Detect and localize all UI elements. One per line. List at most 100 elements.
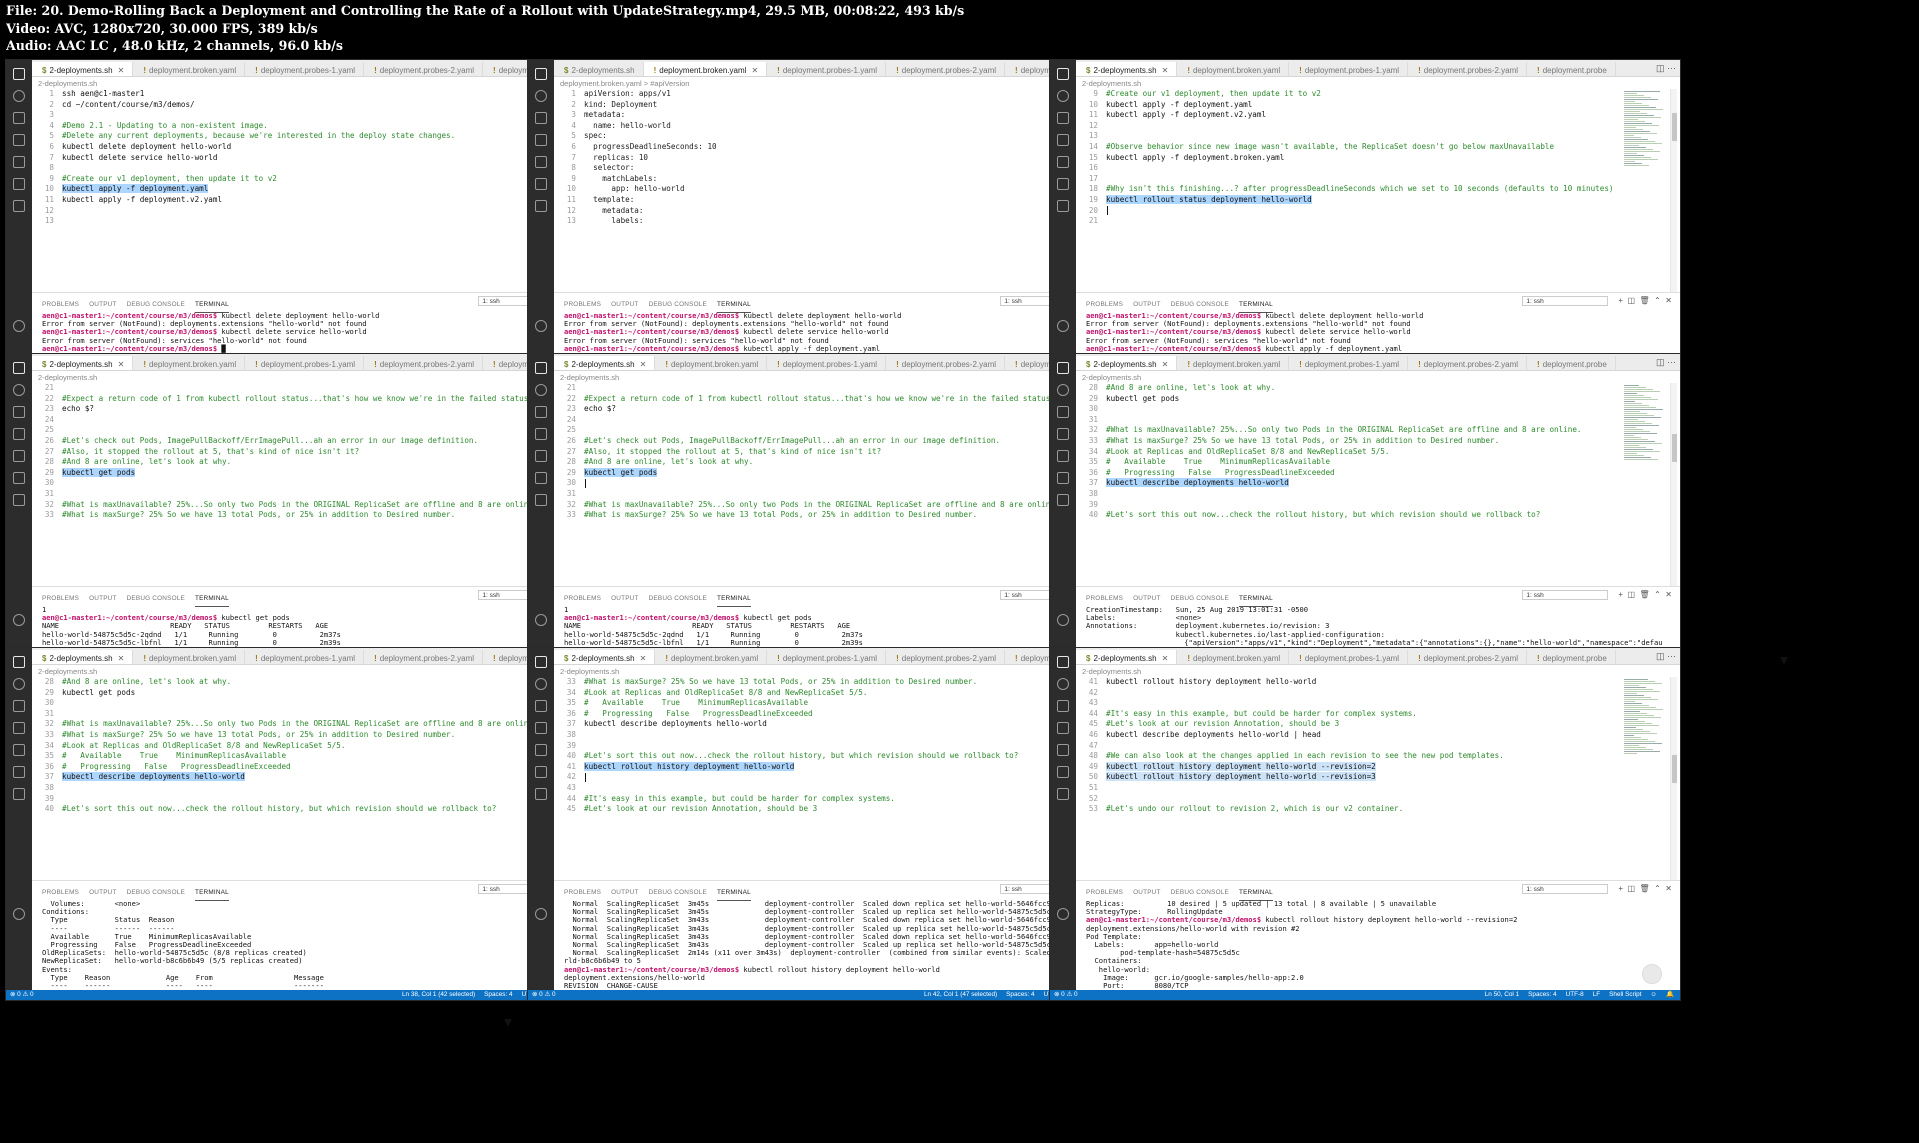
panel-tab-terminal[interactable]: TERMINAL <box>194 297 229 313</box>
panel-tab-problems[interactable]: PROBLEMS <box>1086 591 1123 606</box>
panel-tab-problems[interactable]: PROBLEMS <box>564 297 601 312</box>
remote-icon[interactable] <box>13 766 25 778</box>
close-panel-icon[interactable]: ✕ <box>1665 590 1672 599</box>
extensions-icon[interactable] <box>1057 156 1069 168</box>
panel-tab-problems[interactable]: PROBLEMS <box>1086 297 1123 312</box>
close-icon[interactable]: ✕ <box>118 66 125 75</box>
files-icon[interactable] <box>13 68 25 80</box>
smiley-icon[interactable]: ☺ <box>1651 991 1658 998</box>
editor-tab[interactable]: ! deployment.probes-1.yaml <box>1289 62 1409 76</box>
panel-tab-output[interactable]: OUTPUT <box>611 297 638 312</box>
code-editor[interactable]: 1 ssh aen@c1-master1 2 cd ~/content/course/… <box>32 89 576 292</box>
feedback-icon[interactable] <box>1642 964 1662 984</box>
debug-icon[interactable] <box>1057 134 1069 146</box>
extensions-icon[interactable] <box>535 450 547 462</box>
code-editor[interactable]: 21 22 #Expect a return code of 1 from kube… <box>554 383 1098 586</box>
editor-tab[interactable]: ! deployment.probes-1.yaml <box>1289 356 1409 370</box>
breadcrumb[interactable]: 2-deployments.sh <box>560 373 619 382</box>
close-icon[interactable]: ✕ <box>118 360 125 369</box>
editor-tab[interactable]: $2-deployments.sh ✕ <box>554 356 656 370</box>
files-icon[interactable] <box>1057 656 1069 668</box>
extensions-icon[interactable] <box>13 744 25 756</box>
debug-icon[interactable] <box>535 722 547 734</box>
panel-tab-output[interactable]: OUTPUT <box>89 885 116 900</box>
docker-icon[interactable] <box>535 200 547 212</box>
code-editor[interactable]: 9 #Create our v1 deployment, then update … <box>1076 89 1620 292</box>
add-terminal-icon[interactable]: + <box>1618 884 1623 893</box>
terminal-select[interactable]: 1: ssh <box>1522 295 1609 306</box>
close-icon[interactable]: ✕ <box>1162 654 1169 663</box>
editor-tab[interactable]: $2-deployments.sh ✕ <box>554 650 656 664</box>
editor-tab[interactable]: ! deployment.probes-1.yaml <box>245 356 365 370</box>
split-editor-icon[interactable]: ◫ ··· <box>1652 648 1676 664</box>
problems-count[interactable]: ⊗ 0 ⚠ 0 <box>532 990 556 1000</box>
breadcrumb[interactable]: 2-deployments.sh <box>38 667 97 676</box>
panel-tab-terminal[interactable]: TERMINAL <box>716 885 751 901</box>
docker-icon[interactable] <box>535 788 547 800</box>
extensions-icon[interactable] <box>13 156 25 168</box>
panel-tab-terminal[interactable]: TERMINAL <box>1238 591 1273 607</box>
editor-tab[interactable]: ! deployment.probes-2.yaml <box>886 650 1006 664</box>
panel-tab-output[interactable]: OUTPUT <box>89 297 116 312</box>
minimap[interactable] <box>1624 678 1668 838</box>
chevron-up-icon[interactable]: ⌃ <box>1654 296 1661 305</box>
breadcrumb[interactable]: 2-deployments.sh <box>1082 79 1141 88</box>
debug-icon[interactable] <box>535 134 547 146</box>
editor-tab[interactable]: ! deployment.broken.yaml <box>1177 650 1290 664</box>
panel-tab-problems[interactable]: PROBLEMS <box>564 591 601 606</box>
files-icon[interactable] <box>535 68 547 80</box>
search-icon[interactable] <box>13 678 25 690</box>
editor-tab[interactable]: $2-deployments.sh ✕ <box>1076 356 1178 370</box>
problems-count[interactable]: ⊗ 0 ⚠ 0 <box>1054 990 1078 1000</box>
editor-scrollbar[interactable] <box>1670 89 1677 292</box>
add-terminal-icon[interactable]: + <box>1618 590 1623 599</box>
docker-icon[interactable] <box>1057 494 1069 506</box>
panel-tab-debug-console[interactable]: DEBUG CONSOLE <box>127 591 185 606</box>
editor-tab[interactable]: ! deployment.broken.yaml <box>1177 62 1290 76</box>
remote-icon[interactable] <box>13 472 25 484</box>
gear-icon[interactable] <box>535 320 547 332</box>
panel-tab-problems[interactable]: PROBLEMS <box>1086 885 1123 900</box>
trash-icon[interactable]: 🗑 <box>1640 590 1650 599</box>
docker-icon[interactable] <box>13 200 25 212</box>
editor-scrollbar[interactable] <box>1670 677 1677 880</box>
breadcrumb[interactable]: 2-deployments.sh <box>1082 667 1141 676</box>
code-editor[interactable]: 21 22 #Expect a return code of 1 from kube… <box>32 383 576 586</box>
editor-tab[interactable]: $2-deployments.sh ✕ <box>32 62 134 76</box>
editor-tab[interactable]: ! deployment.probes-2.yaml <box>886 356 1006 370</box>
editor-tab[interactable]: !deployment.probe <box>1527 650 1616 664</box>
panel-tab-output[interactable]: OUTPUT <box>611 885 638 900</box>
editor-tab[interactable]: ! deployment.probes-1.yaml <box>767 650 887 664</box>
add-terminal-icon[interactable]: + <box>1618 296 1623 305</box>
breadcrumb[interactable]: 2-deployments.sh <box>38 79 97 88</box>
remote-icon[interactable] <box>535 766 547 778</box>
debug-icon[interactable] <box>13 722 25 734</box>
editor-tab[interactable]: $2-deployments.sh ✕ <box>1076 650 1178 664</box>
close-panel-icon[interactable]: ✕ <box>1665 884 1672 893</box>
editor-tab[interactable]: ! deployment.broken.yaml <box>133 650 246 664</box>
status-item[interactable]: Shell Script <box>1609 991 1641 998</box>
files-icon[interactable] <box>535 362 547 374</box>
editor-tab[interactable]: $2-deployments.sh ✕ <box>32 650 134 664</box>
split-editor-icon[interactable]: ◫ ··· <box>1652 354 1676 370</box>
gear-icon[interactable] <box>535 908 547 920</box>
status-item[interactable]: UTF-8 <box>1566 991 1584 998</box>
extensions-icon[interactable] <box>1057 744 1069 756</box>
editor-tab[interactable]: ! deployment.broken.yaml <box>655 650 768 664</box>
editor-tab[interactable]: ! deployment.probes-1.yaml <box>245 650 365 664</box>
chevron-up-icon[interactable]: ⌃ <box>1654 884 1661 893</box>
remote-icon[interactable] <box>1057 472 1069 484</box>
editor-tab[interactable]: $2-deployments.sh ✕ <box>32 356 134 370</box>
code-editor[interactable]: 33 #What is maxSurge? 25% So we have 13 t… <box>554 677 1098 880</box>
trash-icon[interactable]: 🗑 <box>1640 296 1650 305</box>
editor-tab[interactable]: ! deployment.broken.yaml ✕ <box>643 62 768 76</box>
panel-tab-terminal[interactable]: TERMINAL <box>1238 297 1273 313</box>
panel-tab-terminal[interactable]: TERMINAL <box>716 591 751 607</box>
status-item[interactable]: Spaces: 4 <box>484 991 512 998</box>
editor-tab[interactable]: ! deployment.probes-2.yaml <box>364 650 484 664</box>
terminal-select[interactable]: 1: ssh <box>1522 883 1609 894</box>
search-icon[interactable] <box>13 384 25 396</box>
problems-count[interactable]: ⊗ 0 ⚠ 0 <box>10 990 34 1000</box>
editor-tab[interactable]: ! deployment.probes-2.yaml <box>1408 62 1528 76</box>
editor-tab[interactable]: ! deployment.probes-1.yaml <box>767 356 887 370</box>
